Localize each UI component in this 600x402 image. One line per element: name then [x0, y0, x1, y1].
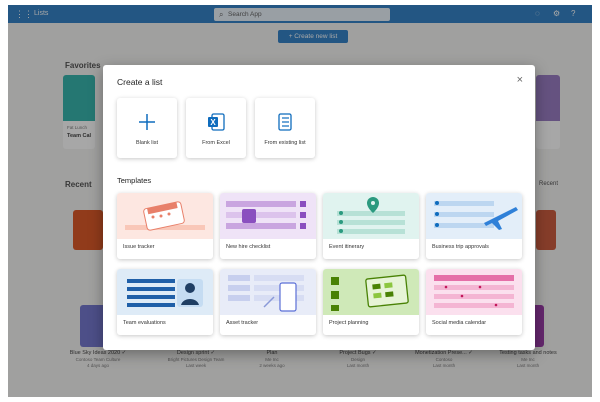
template-label: New hire checklist [226, 244, 271, 250]
create-list-dialog: Create a list × Blank list X From Excel [103, 65, 535, 350]
team-evaluations-thumbnail [117, 269, 213, 315]
asset-tracker-thumbnail [220, 269, 316, 315]
start-option-label: From Excel [202, 140, 230, 146]
template-social-media-calendar[interactable]: Social media calendar [426, 269, 522, 335]
social-media-calendar-thumbnail [426, 269, 522, 315]
start-option-label: From existing list [264, 140, 306, 146]
template-business-trip-approvals[interactable]: Business trip approvals [426, 193, 522, 259]
blank-list-option[interactable]: Blank list [117, 98, 177, 158]
project-planning-thumbnail [323, 269, 419, 315]
plus-icon [139, 114, 155, 130]
from-existing-list-option[interactable]: From existing list [255, 98, 315, 158]
template-label: Business trip approvals [432, 244, 489, 250]
excel-icon: X [208, 113, 225, 131]
issue-tracker-thumbnail [117, 193, 213, 239]
template-label: Asset tracker [226, 320, 259, 326]
template-label: Event itinerary [329, 244, 365, 250]
event-itinerary-thumbnail [323, 193, 419, 239]
template-label: Issue tracker [123, 244, 155, 250]
business-trip-approvals-thumbnail [426, 193, 522, 239]
from-excel-option[interactable]: X From Excel [186, 98, 246, 158]
template-issue-tracker[interactable]: Issue tracker [117, 193, 213, 259]
template-label: Social media calendar [432, 320, 487, 326]
new-hire-checklist-thumbnail [220, 193, 316, 239]
templates-heading: Templates [117, 176, 152, 185]
template-project-planning[interactable]: Project planning [323, 269, 419, 335]
dialog-title: Create a list [117, 77, 163, 87]
template-team-evaluations[interactable]: Team evaluations [117, 269, 213, 335]
app-window: ⋮⋮ Lists ⌕ Search App ◌ ⚙ ? + Create new… [8, 5, 592, 397]
template-label: Team evaluations [123, 320, 166, 326]
start-option-label: Blank list [135, 140, 158, 146]
list-icon [278, 113, 292, 131]
template-label: Project planning [329, 320, 369, 326]
template-event-itinerary[interactable]: Event itinerary [323, 193, 419, 259]
template-new-hire-checklist[interactable]: New hire checklist [220, 193, 316, 259]
close-icon[interactable]: × [517, 74, 523, 86]
svg-text:X: X [210, 118, 216, 127]
template-asset-tracker[interactable]: Asset tracker [220, 269, 316, 335]
